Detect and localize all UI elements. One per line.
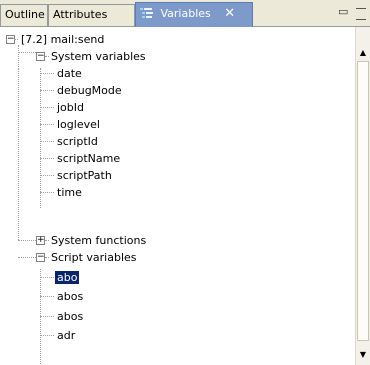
tree-item-variable[interactable]: debugMode	[55, 82, 124, 99]
tree-node-system-functions[interactable]: System functions	[49, 232, 148, 249]
tree-item-label: adr	[57, 329, 76, 342]
tree-item-label: debugMode	[57, 84, 122, 97]
scrollbar-thumb[interactable]	[357, 61, 369, 341]
tree-connector	[40, 90, 54, 91]
tree-connector	[18, 240, 36, 241]
tree-item-variable[interactable]: time	[55, 184, 84, 201]
tree-connector	[40, 158, 54, 159]
tree-item-label: abo	[55, 271, 80, 284]
tree-item-label: jobId	[57, 101, 84, 114]
tree-connector	[40, 175, 54, 176]
scroll-up-icon[interactable]: ▲	[356, 45, 370, 59]
tab-outline-label: Outline	[5, 8, 45, 21]
tree-connector	[40, 335, 54, 336]
tree-node-label: System functions	[51, 234, 147, 247]
tree-item-label: scriptPath	[57, 169, 112, 182]
close-icon[interactable]: ✕	[224, 3, 235, 25]
tree-connector	[14, 39, 18, 40]
tree-item-variable[interactable]: abos	[55, 308, 85, 325]
tab-variables[interactable]: Variables ✕	[135, 2, 253, 27]
collapse-toggle-script-variables[interactable]: −	[36, 253, 45, 262]
collapse-toggle-system-variables[interactable]: −	[36, 52, 45, 61]
tree-connector	[18, 257, 36, 258]
tree-node-script-variables[interactable]: Script variables	[49, 249, 139, 266]
view-tab-bar: Outline Attributes Variables ✕ ▭	[0, 0, 370, 27]
tree-connector	[18, 52, 36, 53]
tree-node-root[interactable]: [7.2] mail:send	[19, 31, 106, 48]
tree-connector	[40, 73, 54, 74]
expand-toggle-system-functions[interactable]: +	[36, 236, 45, 245]
tree-item-variable[interactable]: abos	[55, 288, 85, 305]
tree-node-system-variables[interactable]: System variables	[49, 48, 148, 65]
tree-connector	[40, 277, 54, 278]
tree-item-variable[interactable]: adr	[55, 327, 77, 344]
tab-attributes[interactable]: Attributes	[48, 4, 135, 26]
maximize-icon[interactable]	[356, 8, 366, 20]
tree-node-label: System variables	[51, 50, 146, 63]
tree-item-variable[interactable]: scriptName	[55, 150, 122, 167]
tree-item-label: loglevel	[57, 118, 100, 131]
tree-connector	[40, 141, 54, 142]
tree-connector	[40, 316, 54, 317]
tree-item-label: abos	[57, 290, 84, 303]
variables-icon	[140, 5, 154, 18]
tree-connector	[40, 68, 41, 208]
tree-item-label: abos	[57, 310, 84, 323]
minimize-icon[interactable]: ▭	[338, 5, 348, 18]
variables-tree[interactable]: − [7.2] mail:send − System variables dat…	[0, 27, 355, 365]
tree-item-variable[interactable]: loglevel	[55, 116, 102, 133]
tree-connector	[18, 69, 19, 240]
tree-connector	[40, 107, 54, 108]
tree-item-variable[interactable]: date	[55, 65, 84, 82]
tree-item-label: date	[57, 67, 82, 80]
tree-connector	[40, 124, 54, 125]
tree-item-label: scriptName	[57, 152, 121, 165]
vertical-scrollbar[interactable]: ▲ ▼	[355, 27, 370, 365]
tree-item-variable[interactable]: jobId	[55, 99, 86, 116]
tab-attributes-label: Attributes	[53, 8, 108, 21]
tree-connector	[40, 296, 54, 297]
tab-outline[interactable]: Outline	[0, 4, 48, 26]
tree-item-variable[interactable]: scriptPath	[55, 167, 114, 184]
tree-item-variable-selected[interactable]: abo	[55, 269, 80, 286]
tree-connector	[18, 45, 19, 69]
tree-item-variable[interactable]: scriptId	[55, 133, 100, 150]
scroll-down-icon[interactable]: ▼	[356, 347, 370, 361]
tree-connector	[40, 192, 54, 193]
tree-item-label: time	[57, 186, 82, 199]
tab-variables-label: Variables	[160, 7, 211, 20]
tree-node-label: Script variables	[51, 251, 137, 264]
tree-node-label: [7.2] mail:send	[21, 33, 105, 46]
tree-item-label: scriptId	[57, 135, 98, 148]
